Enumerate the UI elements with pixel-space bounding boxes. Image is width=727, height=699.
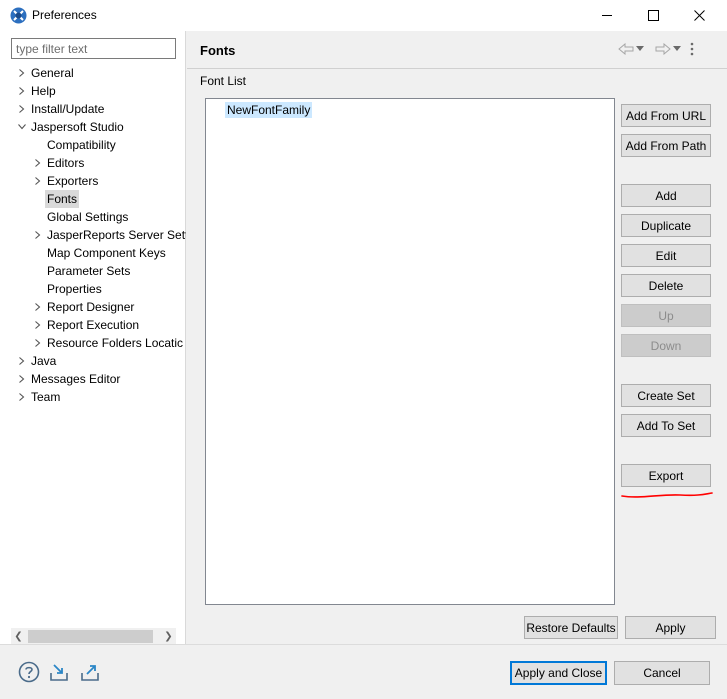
tree-item-label: Exporters: [47, 174, 99, 188]
edit-button[interactable]: Edit: [621, 244, 711, 267]
eclipse-app-icon: [10, 7, 27, 24]
minimize-icon: [601, 15, 612, 16]
tree-item-label: Jaspersoft Studio: [31, 120, 124, 134]
tree-item[interactable]: Fonts: [0, 190, 186, 208]
tree-item[interactable]: Report Execution: [0, 316, 186, 334]
view-menu-icon[interactable]: [690, 41, 694, 57]
chevron-right-icon[interactable]: [33, 226, 43, 244]
delete-button[interactable]: Delete: [621, 274, 711, 297]
chevron-right-icon[interactable]: [33, 334, 43, 352]
tree-item[interactable]: Messages Editor: [0, 370, 186, 388]
tree-item[interactable]: Exporters: [0, 172, 186, 190]
chevron-right-icon[interactable]: [17, 100, 27, 118]
header-divider: [187, 68, 727, 69]
apply-and-close-button[interactable]: Apply and Close: [510, 661, 607, 685]
add-from-url-button[interactable]: Add From URL: [621, 104, 711, 127]
tree-item[interactable]: General: [0, 64, 186, 82]
tree-item[interactable]: Jaspersoft Studio: [0, 118, 186, 136]
tree-item[interactable]: Team: [0, 388, 186, 406]
chevron-right-icon[interactable]: [33, 298, 43, 316]
back-arrow-icon[interactable]: [618, 41, 634, 57]
forward-arrow-icon[interactable]: [655, 41, 671, 57]
chevron-down-icon[interactable]: [17, 118, 27, 136]
page-title: Fonts: [200, 43, 236, 58]
scroll-left-icon[interactable]: ❮: [11, 628, 26, 645]
font-list-item[interactable]: NewFontFamily: [225, 102, 313, 118]
tree-item[interactable]: Resource Folders Locatic: [0, 334, 186, 352]
tree-item-label: Parameter Sets: [47, 264, 131, 278]
tree-item[interactable]: Properties: [0, 280, 186, 298]
chevron-right-icon[interactable]: [33, 172, 43, 190]
tree-item[interactable]: Java: [0, 352, 186, 370]
dropdown-icon[interactable]: [636, 41, 645, 57]
tree-item-label: Team: [31, 390, 61, 404]
import-icon[interactable]: [48, 661, 70, 683]
chevron-right-icon[interactable]: [17, 82, 27, 100]
tree-item-label: Compatibility: [47, 138, 116, 152]
dropdown-icon[interactable]: [673, 41, 682, 57]
page-navigation: [618, 40, 694, 58]
font-list-label: Font List: [200, 74, 247, 88]
help-icon[interactable]: [18, 661, 40, 683]
tree-item-label: JasperReports Server Sett: [47, 228, 186, 242]
chevron-right-icon[interactable]: [17, 388, 27, 406]
tree-item[interactable]: Map Component Keys: [0, 244, 186, 262]
close-icon: [693, 10, 705, 21]
scroll-right-icon[interactable]: ❯: [161, 628, 176, 645]
tree-item-label: Editors: [47, 156, 85, 170]
maximize-button[interactable]: [630, 0, 676, 31]
export-button[interactable]: Export: [621, 464, 711, 487]
chevron-right-icon[interactable]: [33, 316, 43, 334]
add-button[interactable]: Add: [621, 184, 711, 207]
chevron-right-icon[interactable]: [17, 352, 27, 370]
chevron-right-icon[interactable]: [17, 370, 27, 388]
tree-item-label: Report Execution: [47, 318, 140, 332]
tree-item[interactable]: Help: [0, 82, 186, 100]
tree-item[interactable]: JasperReports Server Sett: [0, 226, 186, 244]
window-title: Preferences: [32, 8, 97, 22]
chevron-right-icon[interactable]: [17, 64, 27, 82]
minimize-button[interactable]: [584, 0, 630, 31]
restore-defaults-button[interactable]: Restore Defaults: [524, 616, 618, 639]
add-from-path-button[interactable]: Add From Path: [621, 134, 711, 157]
tree-item-label: Messages Editor: [31, 372, 121, 386]
duplicate-button[interactable]: Duplicate: [621, 214, 711, 237]
export-icon[interactable]: [79, 661, 101, 683]
tree-item-label: Properties: [47, 282, 102, 296]
add-to-set-button[interactable]: Add To Set: [621, 414, 711, 437]
scrollbar-thumb[interactable]: [28, 630, 153, 643]
tree-item[interactable]: Parameter Sets: [0, 262, 186, 280]
tree-item-label: General: [31, 66, 74, 80]
chevron-right-icon[interactable]: [33, 154, 43, 172]
tree-item-label: Fonts: [45, 190, 80, 208]
create-set-button[interactable]: Create Set: [621, 384, 711, 407]
tree-item-label: Resource Folders Locatic: [47, 336, 184, 350]
close-button[interactable]: [676, 0, 722, 31]
tree-item-label: Help: [31, 84, 56, 98]
tree-item[interactable]: Global Settings: [0, 208, 186, 226]
apply-button[interactable]: Apply: [625, 616, 716, 639]
footer-divider: [0, 644, 727, 645]
filter-input[interactable]: [11, 38, 176, 59]
tree-horizontal-scrollbar[interactable]: ❮ ❯: [11, 628, 176, 645]
red-underline-annotation: [621, 492, 713, 498]
tree-item-label: Install/Update: [31, 102, 105, 116]
title-bar: Preferences: [0, 0, 727, 31]
font-list[interactable]: NewFontFamily: [205, 98, 615, 605]
tree-item[interactable]: Install/Update: [0, 100, 186, 118]
maximize-icon: [647, 10, 659, 21]
tree-item-label: Java: [31, 354, 57, 368]
tree-item[interactable]: Compatibility: [0, 136, 186, 154]
up-button[interactable]: Up: [621, 304, 711, 327]
tree-item-label: Map Component Keys: [47, 246, 166, 260]
cancel-button[interactable]: Cancel: [614, 661, 710, 685]
tree-item-label: Global Settings: [47, 210, 129, 224]
tree-item-label: Report Designer: [47, 300, 135, 314]
tree-item[interactable]: Report Designer: [0, 298, 186, 316]
down-button[interactable]: Down: [621, 334, 711, 357]
tree-item[interactable]: Editors: [0, 154, 186, 172]
